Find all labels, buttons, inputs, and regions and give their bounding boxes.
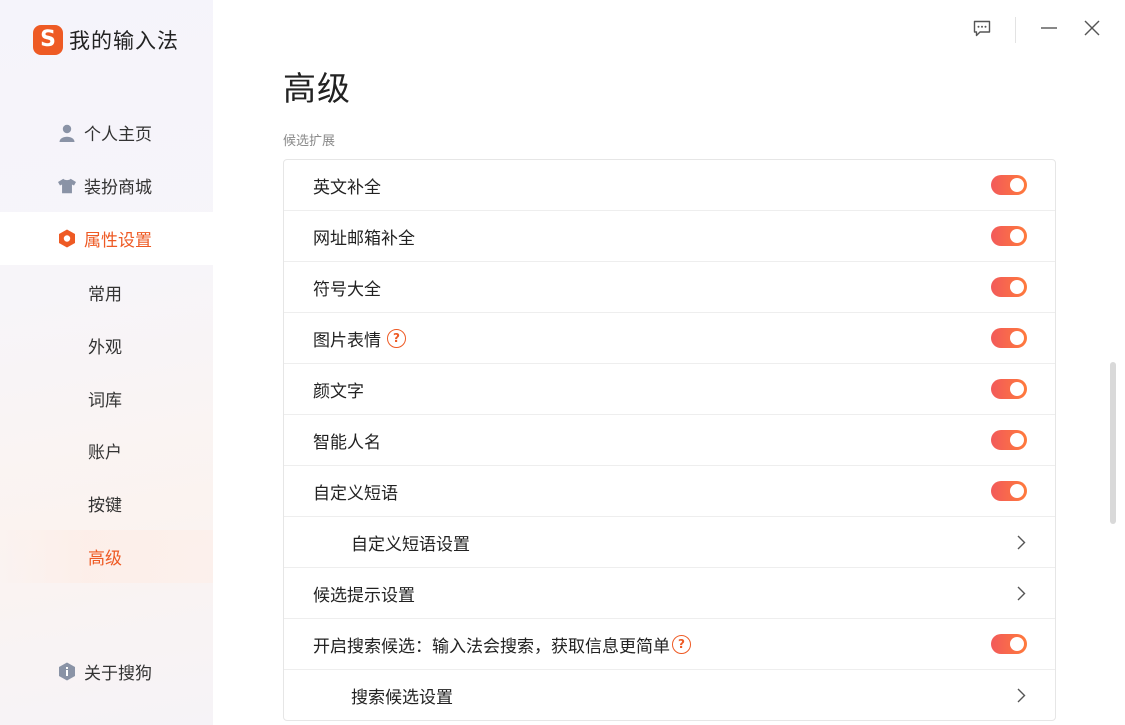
minimize-button[interactable] bbox=[1033, 14, 1065, 46]
app-title: 我的输入法 bbox=[69, 29, 179, 53]
setting-label: 自定义短语设置 bbox=[351, 534, 470, 555]
minimize-icon bbox=[1041, 20, 1057, 40]
setting-row-search-candidate-settings[interactable]: 搜索候选设置 bbox=[284, 670, 1055, 720]
section-label: 候选扩展 bbox=[283, 134, 336, 149]
scrollbar-thumb[interactable] bbox=[1110, 362, 1116, 524]
chevron-right-icon[interactable] bbox=[1015, 688, 1027, 704]
sub-item-dictionary[interactable]: 词库 bbox=[0, 372, 213, 425]
chevron-right-icon[interactable] bbox=[1015, 585, 1027, 601]
sub-item-label: 高级 bbox=[88, 549, 122, 569]
titlebar-divider bbox=[1015, 17, 1016, 43]
feedback-button[interactable] bbox=[966, 14, 998, 46]
sub-item-appearance[interactable]: 外观 bbox=[0, 319, 213, 372]
toggle-switch[interactable] bbox=[991, 328, 1027, 348]
sub-item-account[interactable]: 账户 bbox=[0, 424, 213, 477]
setting-row-symbols: 符号大全 bbox=[284, 262, 1055, 313]
toggle-switch[interactable] bbox=[991, 175, 1027, 195]
toggle-switch[interactable] bbox=[991, 634, 1027, 654]
help-icon[interactable]: ? bbox=[672, 634, 691, 654]
close-button[interactable] bbox=[1076, 14, 1108, 46]
setting-label: 颜文字 bbox=[313, 381, 364, 402]
sub-item-advanced[interactable]: 高级 bbox=[0, 530, 213, 583]
brand: S 我的输入法 bbox=[33, 24, 179, 56]
toggle-switch[interactable] bbox=[991, 226, 1027, 246]
shirt-icon bbox=[58, 177, 76, 195]
setting-row-candidate-hint[interactable]: 候选提示设置 bbox=[284, 568, 1055, 619]
hexagon-icon bbox=[58, 229, 76, 248]
setting-row-search-candidate: 开启搜索候选：输入法会搜索，获取信息更简单 ? bbox=[284, 619, 1055, 670]
setting-label: 符号大全 bbox=[313, 279, 381, 300]
setting-row-english-completion: 英文补全 bbox=[284, 160, 1055, 211]
settings-card: 英文补全 网址邮箱补全 符号大全 图片表情 ? 颜文字 智能人名 自定义短语 自… bbox=[283, 159, 1056, 721]
setting-label: 智能人名 bbox=[313, 432, 381, 453]
info-icon bbox=[58, 662, 76, 681]
setting-label: 网址邮箱补全 bbox=[313, 228, 415, 249]
sidebar: S 我的输入法 个人主页 装扮商城 属性设置 常用 外观 词库 账户 按键 高级 bbox=[0, 0, 213, 725]
help-icon[interactable]: ? bbox=[387, 328, 406, 348]
sub-item-label: 外观 bbox=[88, 338, 122, 358]
setting-row-custom-phrase-settings[interactable]: 自定义短语设置 bbox=[284, 517, 1055, 568]
setting-row-smart-names: 智能人名 bbox=[284, 415, 1055, 466]
user-icon bbox=[58, 124, 76, 142]
sub-item-label: 账户 bbox=[88, 443, 122, 463]
nav-item-label: 属性设置 bbox=[84, 231, 152, 251]
setting-label: 搜索候选设置 bbox=[351, 688, 453, 708]
toggle-switch[interactable] bbox=[991, 430, 1027, 450]
toggle-switch[interactable] bbox=[991, 277, 1027, 297]
nav-item-settings[interactable]: 属性设置 bbox=[0, 212, 213, 265]
setting-row-kaomoji: 颜文字 bbox=[284, 364, 1055, 415]
page-title: 高级 bbox=[283, 69, 351, 108]
sub-item-label: 词库 bbox=[88, 391, 122, 411]
sub-item-label: 常用 bbox=[88, 285, 122, 305]
setting-label: 英文补全 bbox=[313, 177, 381, 198]
toggle-switch[interactable] bbox=[991, 379, 1027, 399]
setting-row-custom-phrase: 自定义短语 bbox=[284, 466, 1055, 517]
sub-item-label: 按键 bbox=[88, 496, 122, 516]
nav-item-label: 个人主页 bbox=[84, 125, 152, 145]
nav-item-profile[interactable]: 个人主页 bbox=[0, 106, 213, 159]
setting-label: 图片表情 bbox=[313, 330, 381, 351]
nav-item-skin-store[interactable]: 装扮商城 bbox=[0, 159, 213, 212]
nav-item-label: 关于搜狗 bbox=[84, 664, 152, 684]
feedback-icon bbox=[973, 20, 991, 41]
setting-label: 自定义短语 bbox=[313, 483, 398, 504]
sub-item-keys[interactable]: 按键 bbox=[0, 477, 213, 530]
setting-row-url-email-completion: 网址邮箱补全 bbox=[284, 211, 1055, 262]
logo-letter: S bbox=[40, 27, 56, 52]
sogou-logo-icon: S bbox=[33, 25, 63, 55]
close-icon bbox=[1084, 20, 1100, 40]
setting-label: 开启搜索候选：输入法会搜索，获取信息更简单 bbox=[313, 636, 670, 657]
toggle-switch[interactable] bbox=[991, 481, 1027, 501]
nav-item-about[interactable]: 关于搜狗 bbox=[0, 645, 213, 698]
setting-row-image-emoji: 图片表情 ? bbox=[284, 313, 1055, 364]
chevron-right-icon[interactable] bbox=[1015, 534, 1027, 550]
setting-label: 候选提示设置 bbox=[313, 585, 415, 606]
sub-item-common[interactable]: 常用 bbox=[0, 266, 213, 319]
nav-item-label: 装扮商城 bbox=[84, 178, 152, 198]
